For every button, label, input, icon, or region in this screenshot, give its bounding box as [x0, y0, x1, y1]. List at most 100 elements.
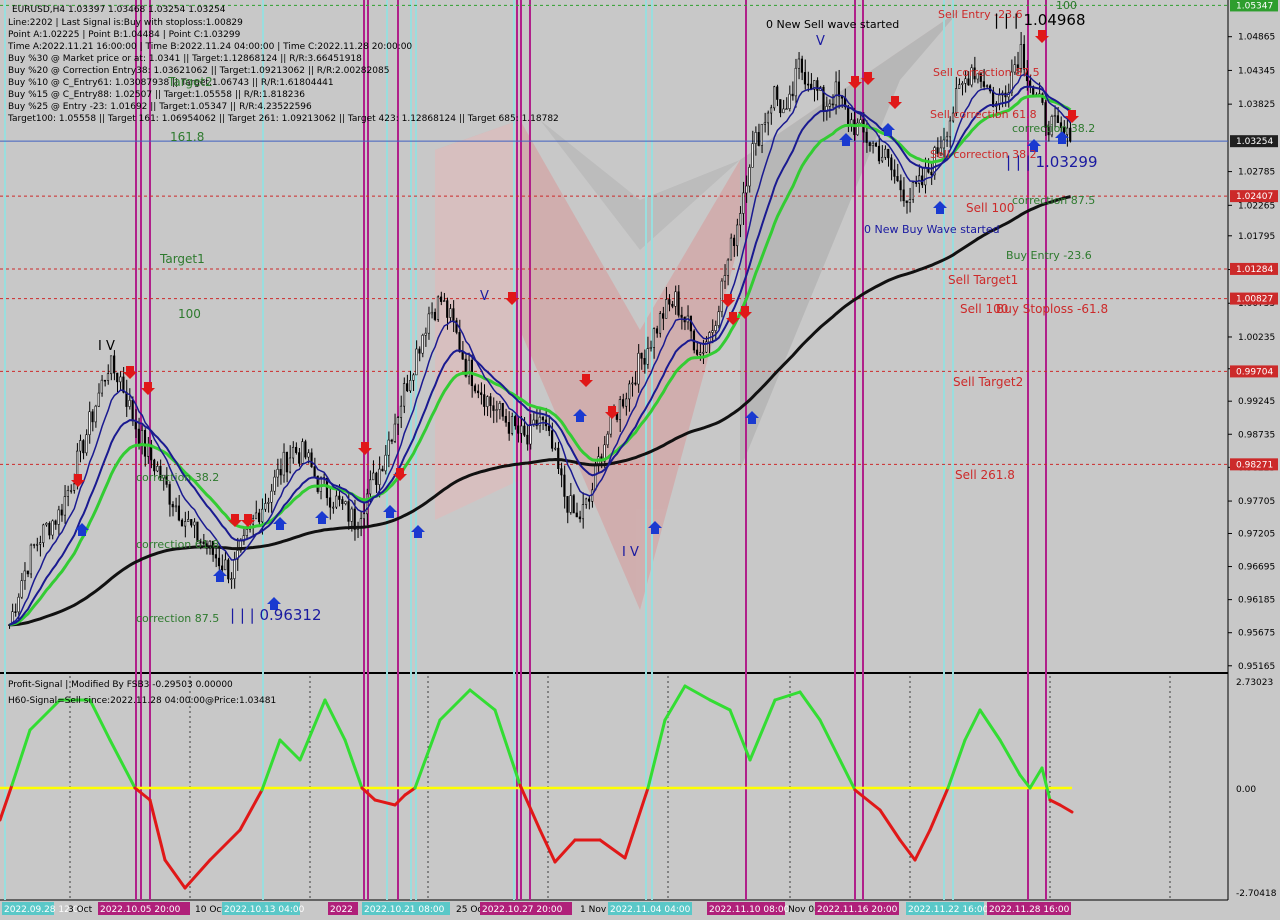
hundred-top-label: 100	[1056, 0, 1077, 12]
candle-body	[766, 112, 770, 124]
time-axis: 2022.09.28 12:003 Oct 2022.10.05 20:00 10 …	[2, 902, 1071, 915]
candle-body	[91, 411, 94, 423]
candle-body	[267, 501, 270, 504]
left-correction-875-label: correction 87.5	[136, 612, 219, 625]
price-box-label: 1.05347	[1236, 1, 1273, 11]
candle-body	[328, 497, 332, 508]
candle-body	[618, 399, 622, 420]
candle-body	[880, 156, 884, 162]
indicator-axis-zero: 0.00	[1236, 785, 1256, 795]
price-box-label: 0.98271	[1236, 460, 1273, 470]
candle-body	[406, 383, 409, 392]
candle-body	[378, 468, 381, 485]
candle-body	[341, 499, 344, 505]
candle-body	[486, 396, 489, 407]
candle-body	[452, 308, 455, 321]
candle-body	[800, 58, 803, 73]
candle-body	[51, 520, 54, 536]
candle-body	[896, 176, 899, 182]
candle-body	[217, 557, 221, 567]
candle-body	[961, 83, 964, 85]
candle-body	[362, 513, 366, 520]
candle-body	[32, 544, 36, 546]
price-tick-label: 1.01795	[1238, 232, 1275, 242]
candle-body	[347, 501, 350, 522]
candle-body	[689, 315, 692, 332]
candle-body	[831, 103, 834, 106]
candle-body	[853, 119, 856, 136]
price-tick-label: 0.97705	[1238, 497, 1275, 507]
candle-body	[865, 131, 868, 143]
candle-body	[581, 504, 585, 520]
candle-body	[344, 501, 347, 505]
candle-body	[776, 86, 779, 100]
price-tick-label: 0.96185	[1238, 596, 1275, 606]
price-tick-label: 1.00235	[1238, 333, 1275, 343]
candle-body	[914, 182, 918, 184]
buy-stoploss-label: Buy Stoploss -61.8	[996, 302, 1108, 316]
candle-body	[742, 192, 745, 214]
candle-body	[409, 380, 412, 392]
candle-body	[985, 85, 989, 88]
candle-body	[131, 399, 134, 422]
candle-body	[483, 394, 486, 407]
candle-body	[847, 106, 850, 125]
candle-body	[578, 516, 581, 520]
price-tick-label: 0.95675	[1238, 629, 1275, 639]
new-sell-wave-label: 0 New Sell wave started	[766, 18, 899, 31]
candle-body	[958, 84, 961, 89]
price-tick-label: 1.02785	[1238, 168, 1275, 178]
candle-body	[668, 299, 671, 305]
price-tick-label: 1.02265	[1238, 201, 1275, 211]
info-line: Time A:2022.11.21 16:00:00 | Time B:2022…	[7, 42, 412, 52]
candle-body	[128, 399, 131, 407]
candle-body	[717, 311, 720, 326]
candle-body	[714, 325, 717, 331]
candle-body	[279, 468, 282, 476]
candle-body	[227, 559, 230, 580]
candle-body	[634, 382, 637, 385]
candle-body	[649, 347, 652, 349]
candle-body	[153, 459, 156, 472]
candle-body	[384, 454, 387, 472]
candle-body	[109, 355, 113, 375]
candle-body	[29, 544, 32, 575]
candle-body	[859, 119, 862, 124]
candle-body	[492, 405, 495, 411]
info-line: Line:2202 | Last Signal is:Buy with stop…	[8, 18, 243, 28]
candle-body	[723, 275, 726, 282]
candle-body	[517, 425, 520, 434]
candle-body	[35, 543, 39, 546]
candle-body	[396, 417, 399, 425]
candle-body	[443, 300, 446, 302]
candle-body	[26, 570, 29, 575]
candle-body	[751, 143, 754, 168]
left-target1-label: Target1	[159, 252, 205, 266]
candle-body	[433, 311, 436, 320]
info-line: Buy %15 @ C_Entry88: 1.02507 || Target:1…	[8, 90, 305, 100]
candle-body	[495, 409, 498, 411]
candle-body	[103, 379, 106, 382]
price-tick-label: 1.04345	[1238, 66, 1275, 76]
candle-body	[754, 132, 757, 144]
candle-body	[538, 416, 541, 427]
candle-body	[94, 405, 97, 423]
candle-body	[473, 385, 477, 392]
candle-body	[646, 348, 649, 365]
candle-body	[621, 399, 625, 407]
candle-body	[782, 108, 785, 114]
candle-body	[461, 351, 464, 360]
price-tick-label: 0.97205	[1238, 529, 1275, 539]
candle-body	[917, 175, 921, 184]
price-box-label: 0.99704	[1236, 367, 1273, 377]
candle-body	[106, 373, 110, 381]
correction-382-right-label: correction 38.2	[1012, 122, 1095, 135]
candle-body	[902, 189, 905, 202]
candle-body	[788, 93, 791, 110]
candle-body	[332, 506, 335, 509]
candle-body	[214, 554, 218, 559]
candle-body	[748, 167, 751, 187]
candle-body	[285, 451, 288, 473]
candle-body	[924, 167, 927, 186]
candle-body	[480, 392, 483, 395]
